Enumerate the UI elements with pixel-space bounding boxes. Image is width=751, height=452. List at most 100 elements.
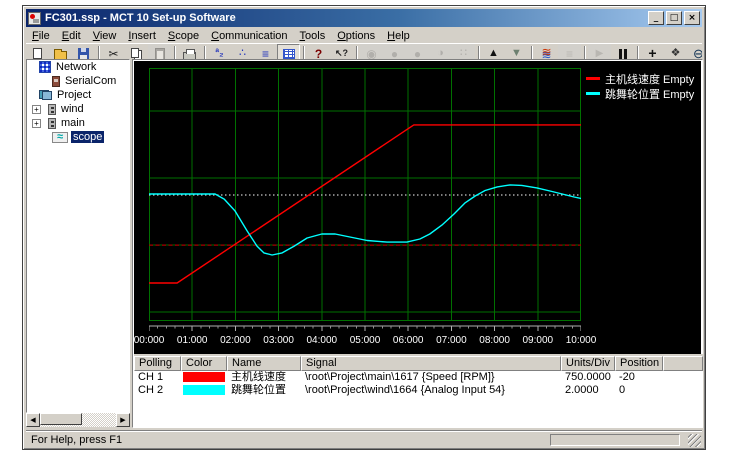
save-icon — [78, 48, 89, 59]
move-down-icon: ▼ — [511, 48, 522, 59]
start-polling-icon: ▶ — [596, 49, 604, 59]
cell-polling: CH 1 — [134, 371, 181, 384]
resize-grip[interactable] — [688, 434, 701, 447]
x-axis-label: 01:000 — [172, 335, 212, 346]
cell-units-div: 2.0000 — [561, 384, 615, 397]
table-row[interactable]: CH 2 跳舞轮位置\root\Project\wind\1664 {Analog… — [134, 384, 703, 397]
status-bar: For Help, press F1 — [26, 430, 702, 448]
column-header-color[interactable]: Color — [181, 356, 227, 371]
x-axis-label: 06:000 — [388, 335, 428, 346]
parameter-setup-icon: ª₂ — [215, 49, 223, 59]
minimize-button[interactable]: _ — [648, 11, 664, 25]
read-from-drive-icon: ◉ — [366, 48, 376, 60]
legend-label: 主机线速度 Empty — [605, 71, 694, 87]
cell-position: 0 — [615, 384, 663, 397]
channel-table: PollingColorNameSignalUnits/DivPosition … — [134, 354, 703, 428]
menu-file[interactable]: File — [26, 29, 56, 43]
copy-icon — [131, 48, 139, 58]
network-icon — [39, 61, 51, 73]
menu-edit[interactable]: Edit — [56, 29, 87, 43]
x-axis-label: 07:000 — [431, 335, 471, 346]
chart-legend: 主机线速度 Empty跳舞轮位置 Empty — [586, 71, 694, 101]
column-header-position[interactable]: Position — [615, 356, 663, 371]
tree-item-label: scope — [71, 131, 104, 143]
tree-item-network[interactable]: Network — [27, 60, 129, 74]
scope-list-icon: ≡ — [566, 48, 573, 60]
status-panel — [550, 434, 680, 446]
cell-signal: \root\Project\wind\1664 {Analog Input 54… — [301, 384, 561, 397]
tree-item-wind[interactable]: +wind — [27, 102, 129, 116]
tree-item-main[interactable]: + main — [27, 116, 129, 130]
status-message: For Help, press F1 — [26, 434, 122, 446]
x-axis-label: 00:000 — [129, 335, 169, 346]
column-header-spacer[interactable] — [663, 356, 703, 371]
context-help-icon: ↖? — [335, 49, 348, 58]
close-button[interactable]: × — [684, 11, 700, 25]
cell-color — [181, 384, 227, 397]
x-axis-label: 09:000 — [518, 335, 558, 346]
tree-item-scope[interactable]: ≈scope — [27, 130, 129, 144]
cell-polling: CH 2 — [134, 384, 181, 397]
legend-entry: 主机线速度 Empty — [586, 71, 694, 86]
scope-chart[interactable] — [149, 68, 581, 332]
cut-icon: ✂ — [108, 48, 118, 60]
cell-name: 跳舞轮位置 — [227, 384, 301, 397]
scroll-right-button[interactable]: ▶ — [116, 413, 130, 427]
new-icon — [33, 48, 42, 59]
scope-curves-icon: ≋ — [541, 46, 551, 58]
scrollbar-track[interactable] — [40, 413, 116, 427]
drive-icon — [48, 118, 56, 129]
write-to-drive-icon: ● — [414, 48, 421, 60]
cursor-track-icon: + — [648, 46, 656, 60]
table-body: CH 1 主机线速度\root\Project\main\1617 {Speed … — [134, 371, 703, 397]
legend-label: 跳舞轮位置 Empty — [605, 86, 694, 102]
maximize-button[interactable]: □ — [666, 11, 682, 25]
tree-item-label: main — [59, 117, 87, 129]
cell-signal: \root\Project\main\1617 {Speed [RPM]} — [301, 371, 561, 384]
expander-icon[interactable]: + — [32, 119, 41, 128]
scrollbar-thumb[interactable] — [40, 413, 82, 425]
window-title: FC301.ssp - MCT 10 Set-up Software — [45, 12, 236, 24]
menu-insert[interactable]: Insert — [122, 29, 162, 43]
drive-icon — [48, 104, 56, 115]
app-icon — [28, 12, 41, 25]
x-axis-label: 08:000 — [475, 335, 515, 346]
move-up-icon: ▲ — [488, 48, 499, 59]
compare-icon: ◑ — [437, 48, 444, 59]
grid-view-icon — [283, 49, 295, 59]
title-bar[interactable]: FC301.ssp - MCT 10 Set-up Software _ □ × — [26, 9, 702, 27]
scope-icon: ≈ — [52, 132, 68, 143]
app-window: FC301.ssp - MCT 10 Set-up Software _ □ ×… — [22, 5, 706, 450]
menu-scope[interactable]: Scope — [162, 29, 205, 43]
legend-entry: 跳舞轮位置 Empty — [586, 86, 694, 101]
tree-item-project[interactable]: Project — [27, 88, 129, 102]
project-tree: NetworkSerialComProject+wind+main≈scope — [26, 59, 130, 413]
column-header-name[interactable]: Name — [227, 356, 301, 371]
help-icon: ? — [315, 48, 322, 60]
column-header-signal[interactable]: Signal — [301, 356, 561, 371]
menu-tools[interactable]: Tools — [294, 29, 332, 43]
serial-icon — [52, 76, 60, 87]
column-header-polling[interactable]: Polling — [134, 356, 181, 371]
x-axis-label: 03:000 — [259, 335, 299, 346]
x-axis-label: 04:000 — [302, 335, 342, 346]
x-axis-label: 10:000 — [561, 335, 601, 346]
menu-view[interactable]: View — [87, 29, 123, 43]
cell-name: 主机线速度 — [227, 371, 301, 384]
cell-color — [181, 371, 227, 384]
scroll-left-button[interactable]: ◀ — [26, 413, 40, 427]
menu-options[interactable]: Options — [331, 29, 381, 43]
pause-polling-icon — [619, 49, 627, 59]
column-header-units-div[interactable]: Units/Div — [561, 356, 615, 371]
tree-item-label: Project — [55, 89, 93, 101]
paste-icon — [155, 48, 165, 60]
expander-icon[interactable]: + — [32, 105, 41, 114]
stop-communication-icon: ● — [391, 48, 398, 60]
tree-horizontal-scrollbar: ◀ ▶ — [26, 413, 130, 427]
tree-item-label: Network — [54, 61, 98, 73]
menu-help[interactable]: Help — [381, 29, 416, 43]
table-row[interactable]: CH 1 主机线速度\root\Project\main\1617 {Speed … — [134, 371, 703, 384]
desktop: FC301.ssp - MCT 10 Set-up Software _ □ ×… — [0, 0, 751, 452]
menu-communication[interactable]: Communication — [205, 29, 293, 43]
tree-item-serialcom[interactable]: SerialCom — [27, 74, 129, 88]
